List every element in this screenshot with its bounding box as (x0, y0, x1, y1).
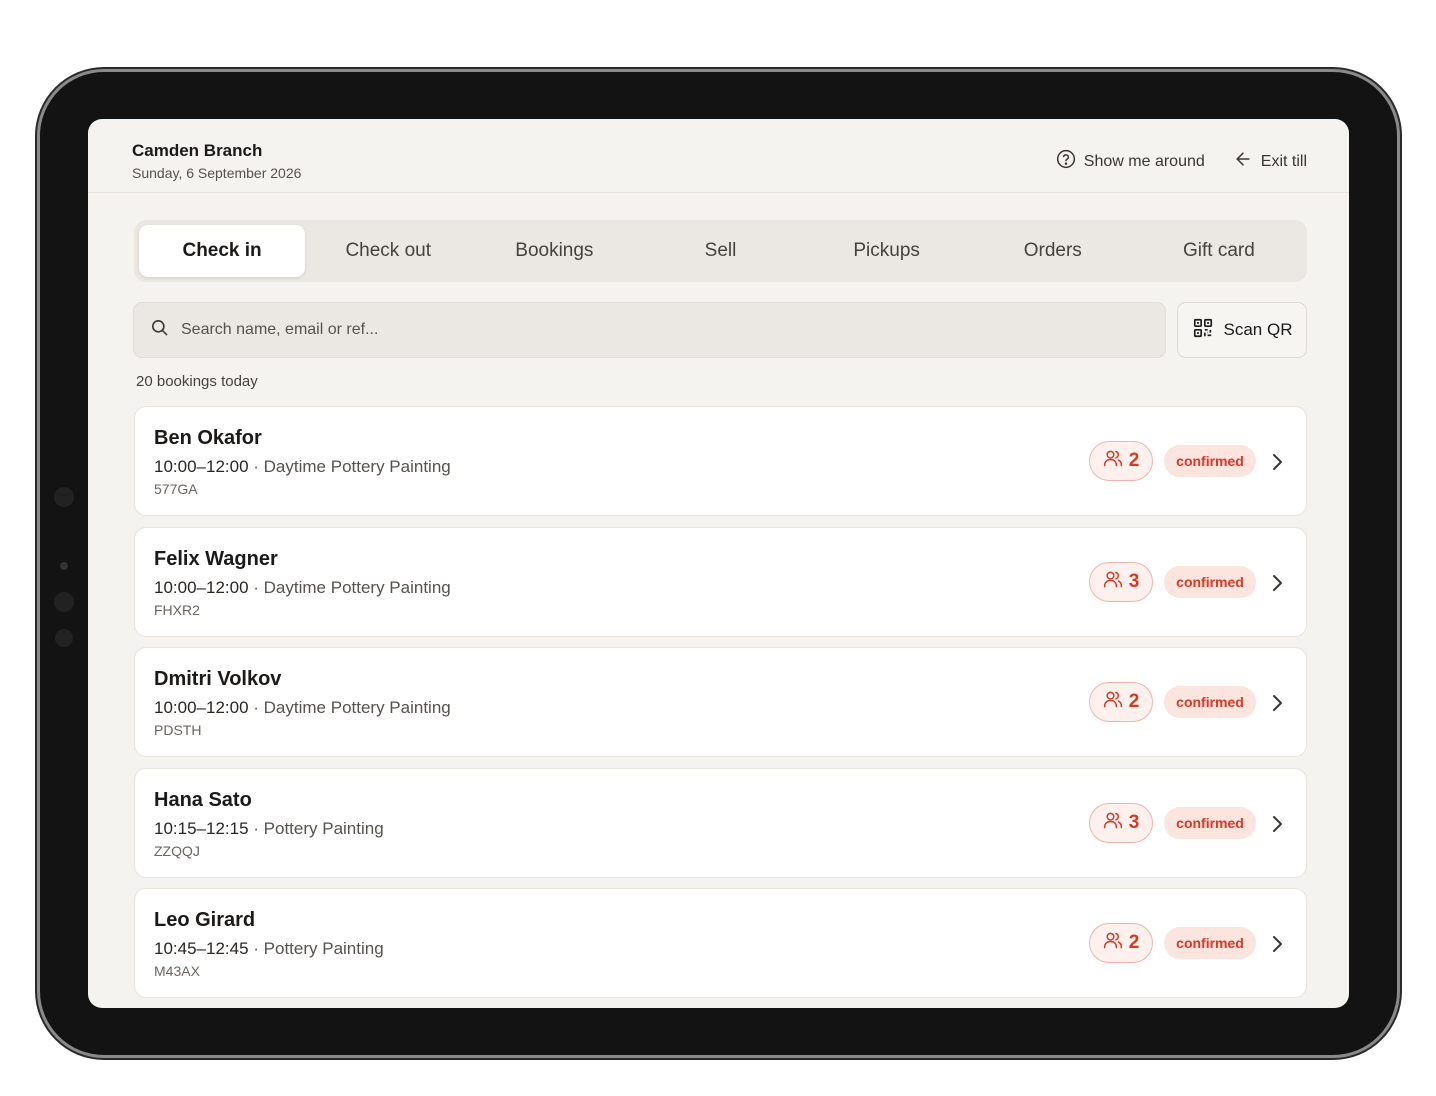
scan-qr-label: Scan QR (1223, 320, 1293, 339)
party-size: 3 (1128, 811, 1140, 833)
status-badge: confirmed (1164, 806, 1256, 839)
customer-name: Ben Okafor (154, 427, 262, 449)
booking-time-event: 10:45–12:45 · Pottery Painting (154, 939, 384, 959)
booking-row[interactable]: Felix Wagner 10:00–12:00 · Daytime Potte… (134, 526, 1307, 637)
customer-name: Leo Girard (154, 909, 256, 931)
chevron-right-icon[interactable] (1269, 812, 1285, 836)
tab-pickups[interactable]: Pickups (804, 225, 970, 277)
booking-row[interactable]: Leo Girard 10:45–12:45 · Pottery Paintin… (134, 888, 1307, 998)
booking-time-event: 10:00–12:00 · Daytime Pottery Painting (154, 698, 451, 718)
booking-row[interactable]: Hana Sato 10:15–12:15 · Pottery Painting… (134, 767, 1307, 878)
camera-dot (54, 592, 74, 612)
meta-separator: · (248, 939, 264, 958)
customer-name: Dmitri Volkov (154, 668, 282, 690)
chevron-right-icon[interactable] (1269, 691, 1285, 715)
chevron-right-icon[interactable] (1269, 571, 1285, 595)
booking-ref: ZZQQJ (154, 842, 200, 859)
exit-till-label: Exit till (1260, 152, 1307, 170)
booking-ref: M43AX (154, 963, 200, 979)
chevron-right-icon[interactable] (1269, 450, 1285, 474)
event-name: Daytime Pottery Painting (263, 457, 451, 476)
meta-separator: · (248, 577, 264, 597)
booking-ref: PDSTH (154, 722, 202, 738)
status-badge: confirmed (1164, 445, 1256, 477)
booking-time: 10:00–12:00 (154, 577, 249, 597)
tab-orders[interactable]: Orders (970, 225, 1136, 277)
branch-name: Camden Branch (132, 141, 263, 160)
main-tabs: Check in Check out Bookings Sell Pickups… (134, 220, 1307, 282)
booking-time: 10:00–12:00 (154, 698, 249, 717)
party-size-badge: 2 (1089, 923, 1153, 963)
event-name: Pottery Painting (263, 818, 384, 838)
status-badge: confirmed (1164, 686, 1256, 718)
camera-dot (54, 487, 74, 507)
booking-time: 10:00–12:00 (154, 457, 249, 476)
app-screen: Camden Branch Sunday, 6 September 2026 S… (88, 119, 1349, 1008)
meta-separator: · (248, 818, 264, 838)
exit-till-button[interactable]: Exit till (1233, 149, 1307, 174)
booking-time-event: 10:00–12:00 · Daytime Pottery Painting (154, 457, 451, 477)
current-date: Sunday, 6 September 2026 (132, 165, 302, 181)
booking-row[interactable]: Dmitri Volkov 10:00–12:00 · Daytime Pott… (134, 647, 1307, 757)
status-badge: confirmed (1164, 565, 1256, 598)
event-name: Daytime Pottery Painting (263, 698, 451, 717)
users-icon (1103, 689, 1123, 715)
party-size: 2 (1128, 932, 1140, 953)
event-name: Pottery Painting (263, 939, 384, 958)
users-icon (1103, 810, 1123, 836)
users-icon (1103, 448, 1123, 474)
customer-name: Felix Wagner (154, 547, 278, 570)
party-size: 2 (1128, 691, 1140, 712)
booking-time-event: 10:15–12:15 · Pottery Painting (154, 819, 384, 839)
party-size-badge: 2 (1089, 682, 1153, 722)
meta-separator: · (248, 457, 264, 476)
booking-row[interactable]: Ben Okafor 10:00–12:00 · Daytime Pottery… (134, 406, 1307, 516)
users-icon (1103, 569, 1123, 595)
qr-code-icon (1192, 317, 1214, 344)
tab-check-out[interactable]: Check out (305, 225, 471, 277)
top-actions: Show me around Exit till (1056, 149, 1307, 174)
chevron-right-icon[interactable] (1269, 932, 1285, 956)
event-name: Daytime Pottery Painting (263, 577, 451, 597)
camera-dot (55, 629, 73, 647)
booking-ref: FHXR2 (154, 601, 200, 618)
search-icon (150, 318, 169, 342)
booking-time-event: 10:00–12:00 · Daytime Pottery Painting (154, 578, 451, 598)
bookings-count: 20 bookings today (136, 373, 258, 390)
top-bar: Camden Branch Sunday, 6 September 2026 S… (88, 119, 1349, 193)
tab-sell[interactable]: Sell (637, 225, 803, 277)
party-size: 3 (1128, 570, 1140, 592)
sensor-dot (60, 562, 68, 570)
customer-name: Hana Sato (154, 788, 252, 811)
party-size-badge: 3 (1089, 802, 1153, 843)
bookings-list: Ben Okafor 10:00–12:00 · Daytime Pottery… (134, 406, 1307, 1008)
party-size-badge: 2 (1089, 441, 1153, 481)
search-input[interactable] (181, 321, 1165, 339)
tab-bookings[interactable]: Bookings (471, 225, 637, 277)
question-circle-icon (1056, 149, 1076, 174)
booking-time: 10:45–12:45 (154, 939, 249, 958)
booking-time: 10:15–12:15 (154, 818, 249, 838)
show-me-around-label: Show me around (1083, 152, 1205, 170)
party-size-badge: 3 (1089, 561, 1153, 602)
tab-gift-card[interactable]: Gift card (1136, 225, 1302, 277)
show-me-around-button[interactable]: Show me around (1056, 149, 1205, 174)
scan-qr-button[interactable]: Scan QR (1177, 302, 1307, 358)
search-box (133, 302, 1166, 358)
tab-check-in[interactable]: Check in (139, 225, 306, 277)
users-icon (1103, 930, 1123, 956)
arrow-left-icon (1233, 149, 1253, 174)
booking-ref: 577GA (154, 481, 198, 497)
status-badge: confirmed (1164, 927, 1256, 959)
meta-separator: · (248, 698, 264, 717)
party-size: 2 (1128, 450, 1140, 471)
